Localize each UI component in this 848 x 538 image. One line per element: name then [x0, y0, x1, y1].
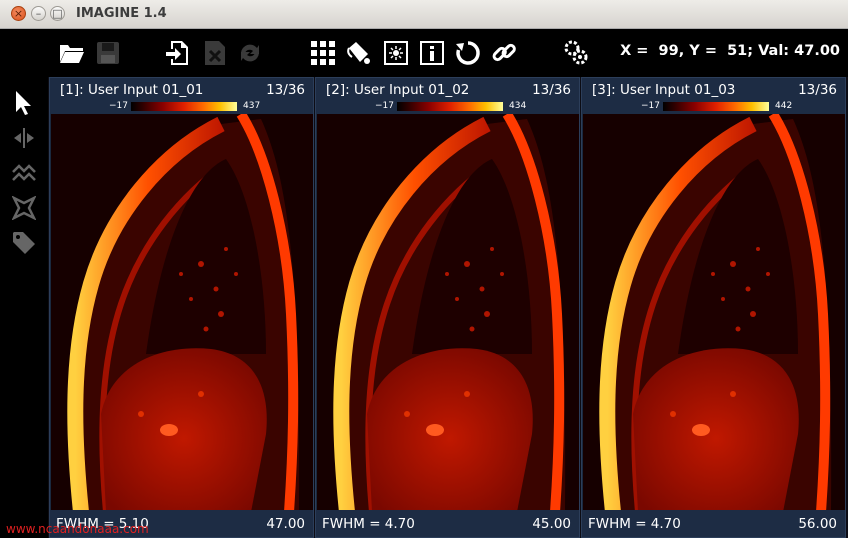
panel-title: [1]: User Input 01_01 — [60, 82, 204, 98]
mri-image[interactable] — [583, 114, 845, 512]
fwhm-label: FWHM = 4.70 — [588, 516, 681, 532]
slice-indicator: 13/36 — [266, 82, 305, 98]
colorbar-max: 434 — [509, 101, 527, 111]
window-minimize-button[interactable]: – — [31, 6, 46, 21]
window-title: IMAGINE 1.4 — [76, 6, 167, 21]
colorbar-max: 437 — [243, 101, 261, 111]
mri-slice-graphic — [51, 114, 313, 512]
viewer-panel-2[interactable]: [2]: User Input 01_02 13/36 −17 434 FWHM… — [315, 77, 580, 538]
main-toolbar: X = 99, Y = 51; Val: 47.00 — [0, 29, 848, 77]
tag-icon[interactable] — [10, 229, 38, 257]
settings-icon[interactable] — [562, 39, 590, 67]
panel-header: [3]: User Input 01_03 13/36 −17 442 — [582, 78, 845, 114]
colorbar — [663, 102, 769, 111]
window-close-button[interactable]: × — [11, 6, 26, 21]
mri-slice-graphic — [583, 114, 845, 512]
reset-icon[interactable] — [454, 39, 482, 67]
pixel-value: 45.00 — [532, 516, 571, 532]
grid-layout-icon[interactable] — [309, 39, 337, 67]
colorbar-min: −17 — [375, 101, 394, 111]
window-titlebar: × – □ IMAGINE 1.4 — [0, 0, 848, 29]
panel-title: [3]: User Input 01_03 — [592, 82, 736, 98]
mri-slice-graphic — [317, 114, 579, 512]
brightness-icon[interactable] — [382, 39, 410, 67]
slice-indicator: 13/36 — [798, 82, 837, 98]
colorbar — [397, 102, 503, 111]
mri-image[interactable] — [51, 114, 313, 512]
pointer-icon[interactable] — [10, 89, 38, 117]
viewer-panel-3[interactable]: [3]: User Input 01_03 13/36 −17 442 FWHM… — [581, 77, 846, 538]
info-icon[interactable] — [418, 39, 446, 67]
colorbar-min: −17 — [641, 101, 660, 111]
panel-footer: FWHM = 4.70 56.00 — [582, 510, 845, 537]
color-palette-icon[interactable] — [345, 39, 373, 67]
save-icon[interactable] — [94, 39, 122, 67]
panel-title: [2]: User Input 01_02 — [326, 82, 470, 98]
mri-image[interactable] — [317, 114, 579, 512]
pixel-value: 56.00 — [798, 516, 837, 532]
panel-footer: FWHM = 4.70 45.00 — [316, 510, 579, 537]
slice-indicator: 13/36 — [532, 82, 571, 98]
viewer-panel-1[interactable]: [1]: User Input 01_01 13/36 −17 437 FWHM… — [49, 77, 314, 538]
star-roi-icon[interactable] — [10, 194, 38, 222]
pixel-value: 47.00 — [266, 516, 305, 532]
window-maximize-button[interactable]: □ — [50, 6, 65, 21]
colorbar — [131, 102, 237, 111]
link-icon[interactable] — [490, 39, 518, 67]
import-icon[interactable] — [163, 39, 191, 67]
cursor-readout: X = 99, Y = 51; Val: 47.00 — [620, 43, 840, 59]
open-folder-icon[interactable] — [58, 39, 86, 67]
watermark: www.ncaandonaaa.com — [6, 522, 149, 536]
colorbar-min: −17 — [109, 101, 128, 111]
viewer-area: [1]: User Input 01_01 13/36 −17 437 FWHM… — [48, 77, 848, 538]
colorbar-max: 442 — [775, 101, 793, 111]
panel-header: [1]: User Input 01_01 13/36 −17 437 — [50, 78, 313, 114]
flip-icon[interactable] — [10, 124, 38, 152]
profile-icon[interactable] — [10, 159, 38, 187]
tool-strip — [0, 77, 48, 538]
fwhm-label: FWHM = 4.70 — [322, 516, 415, 532]
sync-icon[interactable] — [236, 39, 264, 67]
close-image-icon[interactable] — [201, 39, 229, 67]
panel-header: [2]: User Input 01_02 13/36 −17 434 — [316, 78, 579, 114]
